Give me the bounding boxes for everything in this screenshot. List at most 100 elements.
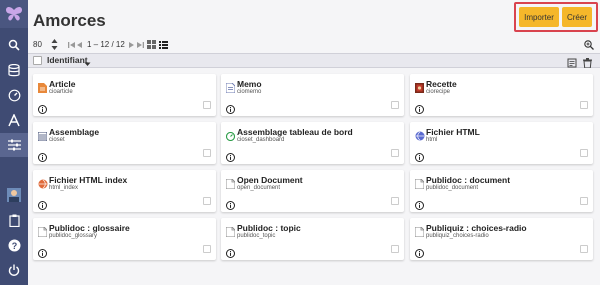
pagination-range: 1 – 12 / 12 [87,40,125,49]
info-icon[interactable] [415,149,424,162]
card-identifier: cioset [49,137,65,143]
info-icon[interactable] [38,245,47,258]
template-card[interactable]: Publidoc : glossaire publidoc_glossary [33,218,216,260]
recipe-icon [415,80,424,93]
trash-icon[interactable] [583,55,592,73]
card-title[interactable]: Fichier HTML index [49,175,127,185]
card-checkbox[interactable] [391,149,399,157]
card-title[interactable]: Publidoc : topic [237,223,301,233]
template-card[interactable]: Assemblage cioset [33,122,216,164]
next-page-icon[interactable] [128,37,134,52]
info-icon[interactable] [415,197,424,210]
template-card[interactable]: Publiquiz : choices-radio publiquiz_choic… [410,218,593,260]
template-card[interactable]: Fichier HTML html [410,122,593,164]
prev-page-icon[interactable] [77,37,83,52]
card-identifier: ciorecipe [426,89,451,95]
card-identifier: open_document [237,185,281,191]
document-icon [37,224,48,238]
power-icon[interactable] [0,258,28,282]
list-view-icon[interactable] [159,37,168,52]
svg-text:?: ? [11,241,17,251]
assembly-icon [37,128,48,142]
page-title: Amorces [33,11,106,30]
template-card[interactable]: Memo ciomemo [221,74,404,116]
search-icon[interactable] [0,33,28,57]
card-checkbox[interactable] [391,245,399,253]
info-icon[interactable] [226,245,235,258]
card-title[interactable]: Article [49,79,75,89]
info-icon[interactable] [226,149,235,162]
template-card[interactable]: Assemblage tableau de bord cioset_dashboa… [221,122,404,164]
card-title[interactable]: Publiquiz : choices-radio [426,223,527,233]
document-icon [225,224,236,238]
card-title[interactable]: Assemblage tableau de bord [237,127,353,137]
card-identifier: html_index [49,185,79,191]
card-title[interactable]: Publidoc : glossaire [49,223,130,233]
clipboard-icon[interactable] [0,208,28,232]
html-globe-icon [415,128,425,141]
card-checkbox[interactable] [203,197,211,205]
template-card[interactable]: Article cioarticle [33,74,216,116]
sort-arrows-icon[interactable] [51,37,58,52]
template-card[interactable]: Publidoc : topic publidoc_topic [221,218,404,260]
card-identifier: cioarticle [49,89,73,95]
card-identifier: ciomemo [237,89,262,95]
memo-icon [225,80,236,94]
grid-view-icon[interactable] [147,37,156,52]
card-checkbox[interactable] [391,197,399,205]
list-toolbar: 80 1 – 12 / 12 [28,37,600,52]
create-button[interactable]: Créer [562,7,592,27]
card-checkbox[interactable] [580,197,588,205]
sort-column-label[interactable]: Identifiant [47,55,88,65]
info-icon[interactable] [226,197,235,210]
info-icon[interactable] [38,149,47,162]
last-page-icon[interactable] [136,37,144,52]
zoom-in-icon[interactable] [584,37,594,52]
help-icon[interactable]: ? [0,233,28,257]
card-identifier: cioset_dashboard [237,137,285,143]
card-identifier: publidoc_topic [237,233,276,239]
typography-icon[interactable] [0,108,28,132]
column-header: Identifiant [28,53,600,69]
info-icon[interactable] [38,197,47,210]
card-identifier: html [426,137,438,143]
info-icon[interactable] [415,245,424,258]
card-title[interactable]: Assemblage [49,127,99,137]
info-icon[interactable] [415,101,424,114]
butterfly-logo-icon[interactable] [0,0,28,28]
template-card[interactable]: Fichier HTML index html_index [33,170,216,212]
sidebar: ? [0,0,28,285]
template-card[interactable]: Recette ciorecipe [410,74,593,116]
html-index-icon [38,176,48,189]
card-title[interactable]: Recette [426,79,457,89]
template-card[interactable]: Open Document open_document [221,170,404,212]
card-title[interactable]: Memo [237,79,262,89]
document-icon [414,224,425,238]
sliders-icon[interactable] [0,133,28,157]
gauge-icon[interactable] [0,83,28,107]
card-title[interactable]: Open Document [237,175,303,185]
card-checkbox[interactable] [580,245,588,253]
card-checkbox[interactable] [203,149,211,157]
document-icon [225,176,236,190]
select-all-checkbox[interactable] [33,56,42,65]
import-button[interactable]: Importer [519,7,559,27]
card-checkbox[interactable] [580,149,588,157]
document-icon [414,176,425,190]
info-icon[interactable] [226,101,235,114]
card-checkbox[interactable] [391,101,399,109]
page-size-select[interactable]: 80 [33,37,42,52]
sort-caret-icon[interactable] [84,55,91,73]
export-icon[interactable] [567,55,577,73]
card-checkbox[interactable] [203,245,211,253]
card-checkbox[interactable] [580,101,588,109]
dashboard-icon [225,128,236,142]
first-page-icon[interactable] [68,37,76,52]
card-title[interactable]: Publidoc : document [426,175,510,185]
template-card[interactable]: Publidoc : document publidoc_document [410,170,593,212]
database-icon[interactable] [0,58,28,82]
avatar[interactable] [0,183,28,207]
info-icon[interactable] [38,101,47,114]
card-checkbox[interactable] [203,101,211,109]
card-title[interactable]: Fichier HTML [426,127,480,137]
